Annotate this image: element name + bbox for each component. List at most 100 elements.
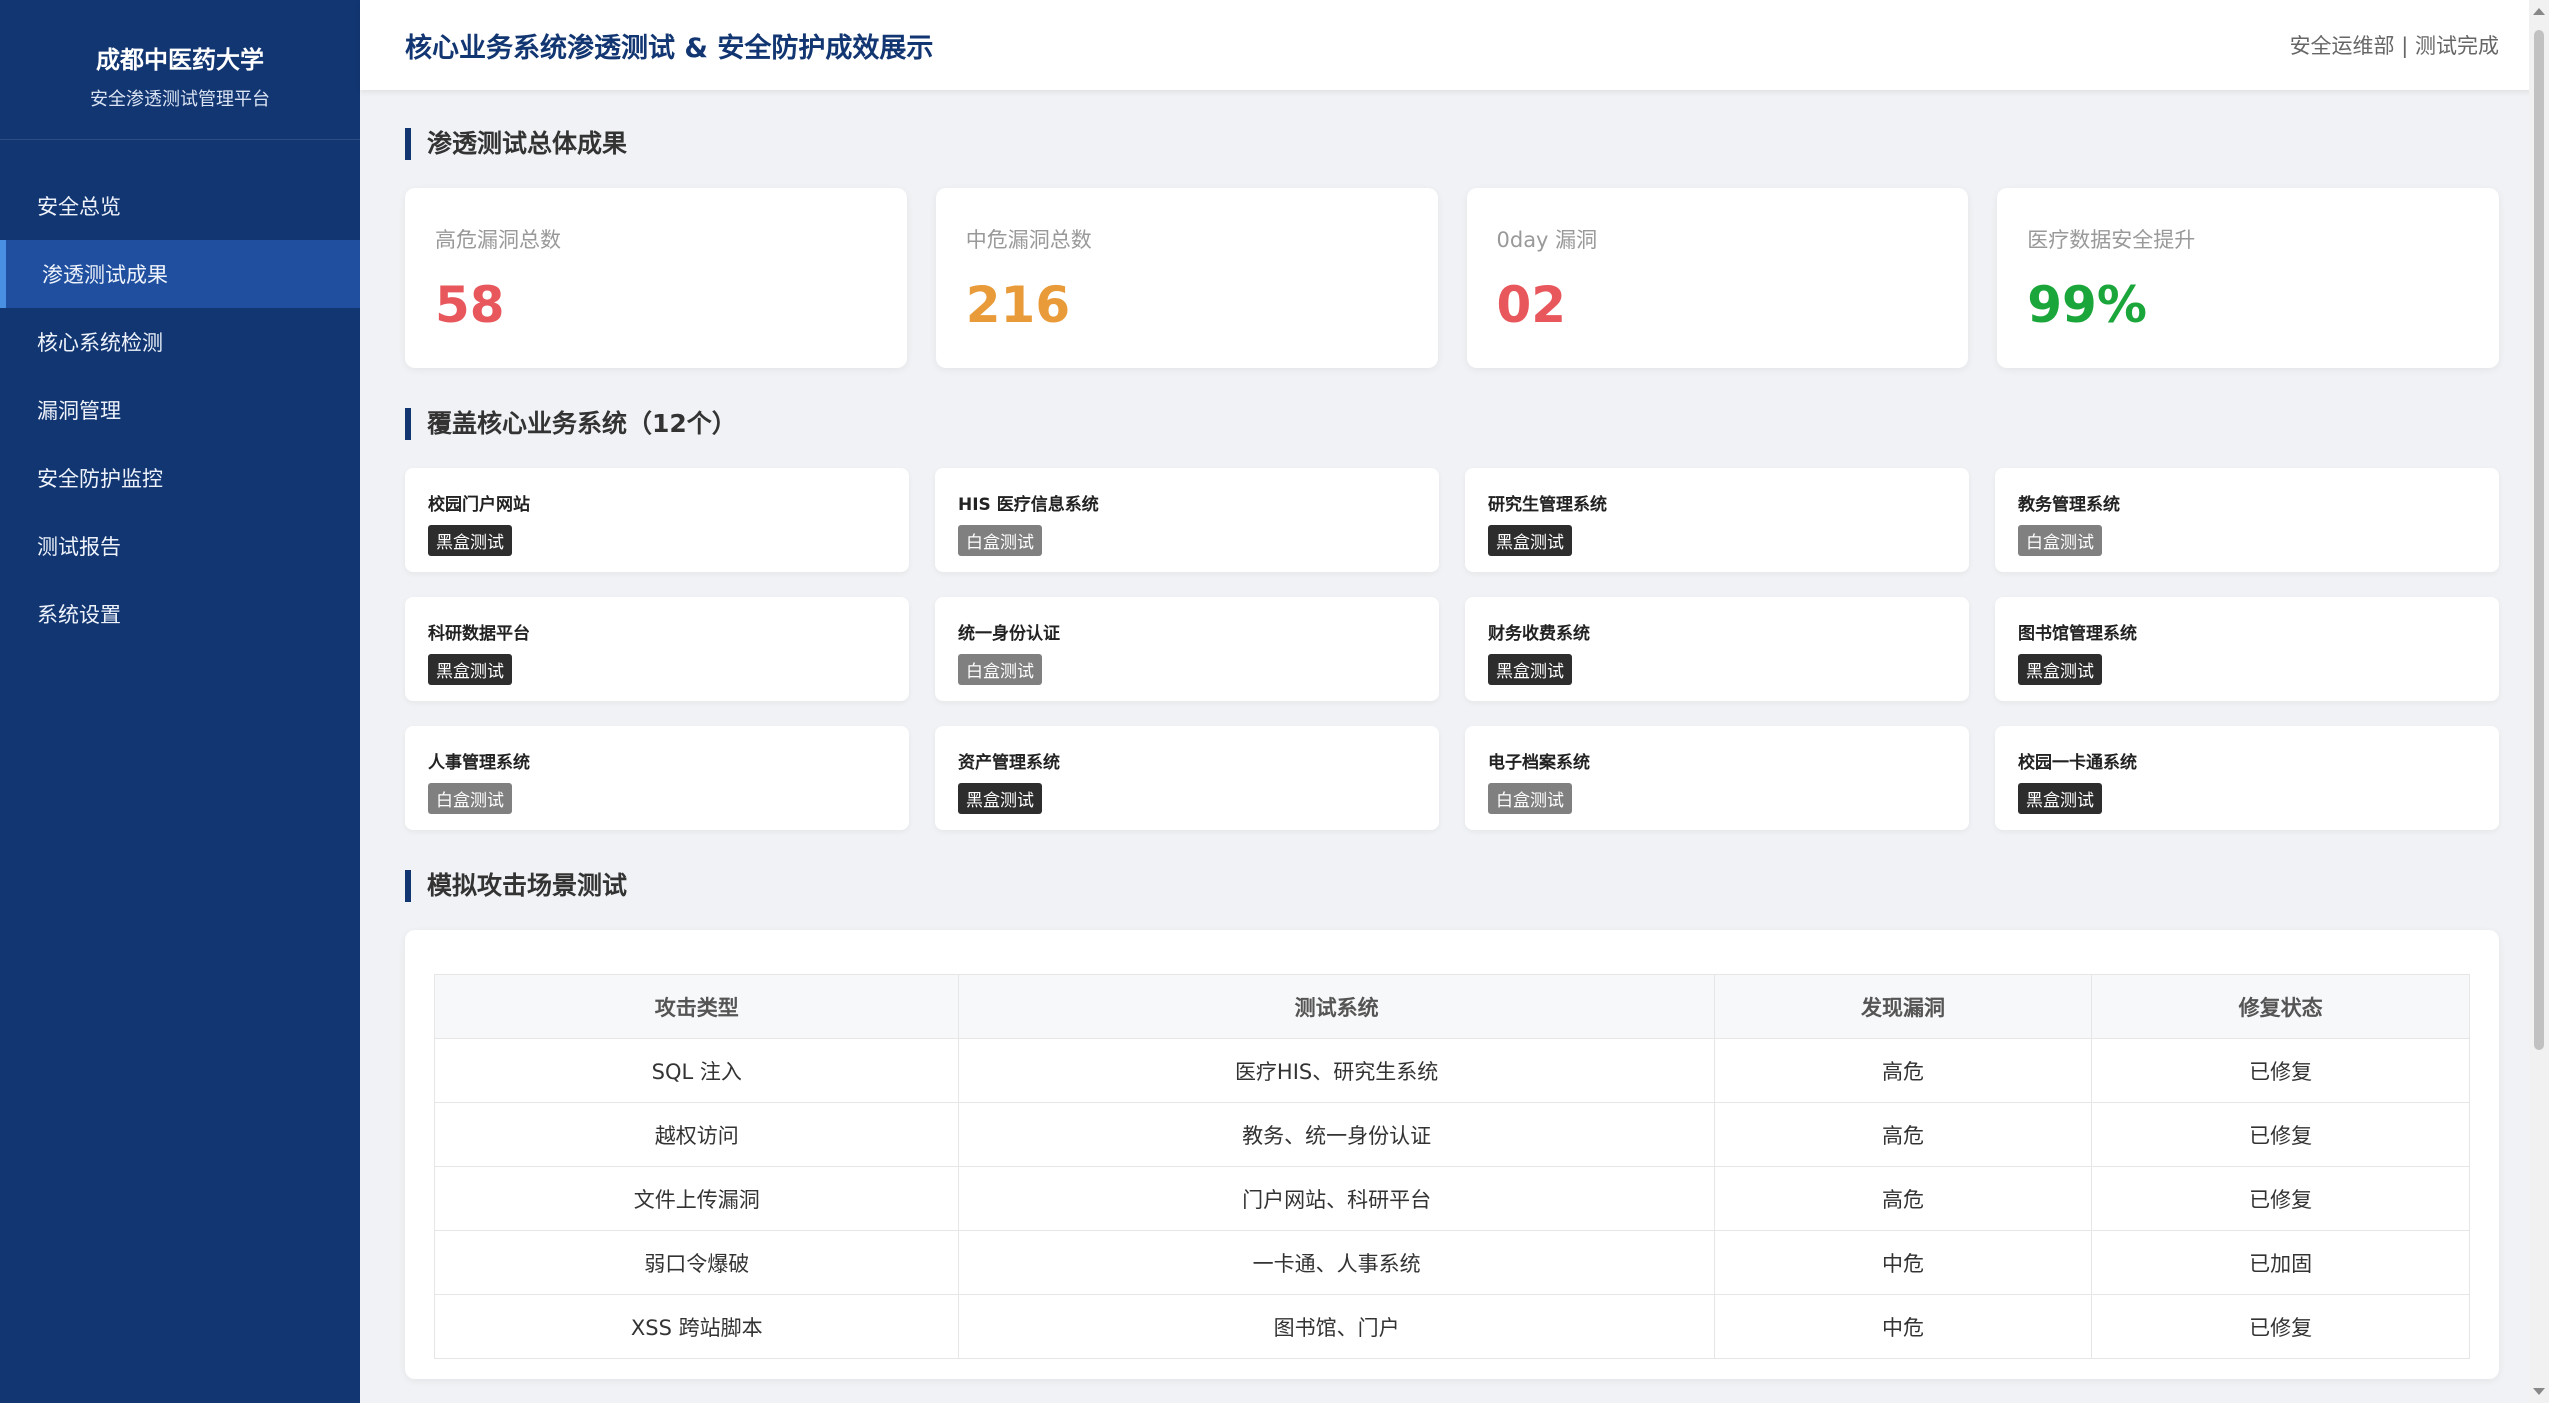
system-name: 人事管理系统	[428, 753, 530, 773]
stat-card: 中危漏洞总数 216	[935, 188, 1438, 368]
app-root: 成都中医药大学 安全渗透测试管理平台 安全总览 渗透测试成果 核心系统检测 漏洞管理安…	[0, 0, 2549, 1403]
system-name: 科研数据平台	[428, 624, 530, 644]
test-type-badge: 白盒测试	[958, 654, 1042, 685]
attack-table: 攻击类型 测试系统 发现漏洞 修复状态 SQL 注入 医疗HIS、研究生系统 高危 已修复越…	[433, 974, 2470, 1359]
sidebar-item-1[interactable]: 渗透测试成果	[0, 240, 360, 308]
brand: 成都中医药大学 安全渗透测试管理平台	[0, 0, 360, 140]
system-name: 教务管理系统	[2018, 495, 2120, 515]
test-type-badge: 黑盒测试	[428, 654, 512, 685]
test-type-badge: 黑盒测试	[428, 525, 512, 556]
test-type-badge: 黑盒测试	[1488, 525, 1572, 556]
system-card[interactable]: 财务收费系统黑盒测试	[1465, 597, 1969, 701]
table-cell: 弱口令爆破	[433, 1230, 960, 1295]
section-title-stats: 渗透测试总体成果	[405, 128, 2499, 160]
sidebar-item-0[interactable]: 安全总览	[0, 172, 360, 240]
stats-grid: 高危漏洞总数 58 中危漏洞总数 216 0day 漏洞 02 医疗数据安全提升 99%	[405, 188, 2499, 368]
table-cell: SQL 注入	[433, 1038, 960, 1103]
stat-value: 02	[1496, 276, 1567, 334]
test-type-badge: 白盒测试	[1488, 783, 1572, 814]
table-cell: 教务、统一身份认证	[958, 1102, 1715, 1167]
system-name: 统一身份认证	[958, 624, 1060, 644]
system-card[interactable]: 教务管理系统白盒测试	[1995, 468, 2499, 572]
table-cell: 医疗HIS、研究生系统	[958, 1038, 1715, 1103]
sidebar-item-2[interactable]: 核心系统检测	[0, 308, 360, 376]
section-title-attack: 模拟攻击场景测试	[405, 870, 2499, 902]
table-cell: 已修复	[2091, 1166, 2470, 1231]
sidebar-item-6[interactable]: 系统设置	[0, 580, 360, 648]
stat-label: 高危漏洞总数	[435, 228, 561, 252]
system-card[interactable]: 图书馆管理系统 黑盒测试	[1995, 597, 2499, 701]
table-cell: 高危	[1713, 1038, 2093, 1103]
section-title-systems: 覆盖核心业务系统（12个）	[405, 408, 2499, 440]
stat-card: 0day 漏洞 02	[1466, 188, 1969, 368]
system-card[interactable]: 研究生管理系统黑盒测试	[1465, 468, 1969, 572]
column-header: 攻击类型	[433, 974, 960, 1039]
system-card[interactable]: 校园门户网站黑盒测试	[405, 468, 909, 572]
stat-label: 0day 漏洞	[1496, 228, 1598, 252]
header-meta: 安全运维部 | 测试完成	[2289, 34, 2499, 58]
content: 渗透测试总体成果 高危漏洞总数 58 中危漏洞总数 216 0day 漏洞 02 医疗数据安…	[360, 90, 2549, 1403]
stat-label: 医疗数据安全提升	[2027, 228, 2196, 252]
test-type-badge: 白盒测试	[958, 525, 1042, 556]
system-name: HIS 医疗信息系统	[958, 495, 1099, 515]
sidebar-item-4[interactable]: 安全防护监控	[0, 444, 360, 512]
table-cell: 高危	[1713, 1166, 2093, 1231]
table-cell: 已修复	[2091, 1102, 2470, 1167]
system-card[interactable]: 人事管理系统白盒测试	[405, 726, 909, 830]
scroll-thumb[interactable]	[2534, 30, 2544, 1050]
scroll-down-arrow-icon[interactable]	[2533, 1388, 2545, 1395]
sidebar-item-3[interactable]: 漏洞管理	[0, 376, 360, 444]
test-type-badge: 黑盒测试	[958, 783, 1042, 814]
sidebar-nav: 安全总览 渗透测试成果 核心系统检测 漏洞管理 安全防护监控 测试报告 系统设置	[0, 172, 360, 648]
test-type-badge: 白盒测试	[2018, 525, 2102, 556]
test-type-badge: 黑盒测试	[2018, 783, 2102, 814]
sidebar-item-5[interactable]: 测试报告	[0, 512, 360, 580]
system-card[interactable]: 科研数据平台黑盒测试	[405, 597, 909, 701]
table-cell: 中危	[1713, 1294, 2093, 1359]
table-cell: 已修复	[2091, 1294, 2470, 1359]
sidebar: 成都中医药大学 安全渗透测试管理平台 安全总览 渗透测试成果 核心系统检测 漏洞管理安…	[0, 0, 360, 1403]
table-row: 文件上传漏洞 门户网站、科研平台 高危 已修复	[433, 1166, 2470, 1231]
page-title: 核心业务系统渗透测试 & 安全防护成效展示	[405, 32, 934, 64]
stat-value: 99%	[2027, 276, 2147, 334]
scroll-up-arrow-icon[interactable]	[2533, 8, 2545, 15]
table-cell: 中危	[1713, 1230, 2093, 1295]
system-card[interactable]: HIS 医疗信息系统白盒测试	[935, 468, 1439, 572]
system-name: 研究生管理系统	[1488, 495, 1607, 515]
table-row: 弱口令爆破 一卡通、人事系统 中危 已加固	[433, 1230, 2470, 1295]
header: 核心业务系统渗透测试 & 安全防护成效展示 安全运维部 | 测试完成	[360, 0, 2549, 90]
table-cell: 文件上传漏洞	[433, 1166, 960, 1231]
column-header: 测试系统	[958, 974, 1715, 1039]
system-card[interactable]: 统一身份认证白盒测试	[935, 597, 1439, 701]
table-cell: 高危	[1713, 1102, 2093, 1167]
system-card[interactable]: 校园一卡通系统 黑盒测试	[1995, 726, 2499, 830]
test-type-badge: 白盒测试	[428, 783, 512, 814]
table-cell: XSS 跨站脚本	[433, 1294, 960, 1359]
test-type-badge: 黑盒测试	[2018, 654, 2102, 685]
table-cell: 一卡通、人事系统	[958, 1230, 1715, 1295]
system-name: 财务收费系统	[1488, 624, 1590, 644]
table-row: SQL 注入 医疗HIS、研究生系统 高危 已修复	[433, 1038, 2470, 1103]
stat-label: 中危漏洞总数	[965, 228, 1092, 252]
test-type-badge: 黑盒测试	[1488, 654, 1572, 685]
table-row: 越权访问 教务、统一身份认证 高危 已修复	[433, 1102, 2470, 1167]
table-cell: 已修复	[2091, 1038, 2470, 1103]
stat-card: 高危漏洞总数 58	[405, 188, 907, 368]
table-cell: 图书馆、门户	[958, 1294, 1715, 1359]
attack-table-card: 攻击类型 测试系统 发现漏洞 修复状态 SQL 注入 医疗HIS、研究生系统 高危 已修复越…	[405, 930, 2499, 1379]
stat-value: 58	[435, 276, 505, 334]
brand-subtitle: 安全渗透测试管理平台	[90, 89, 270, 110]
system-card[interactable]: 资产管理系统黑盒测试	[935, 726, 1439, 830]
brand-name: 成都中医药大学	[96, 46, 264, 74]
column-header: 修复状态	[2091, 974, 2470, 1039]
system-name: 校园门户网站	[428, 495, 530, 515]
stat-card: 医疗数据安全提升 99%	[1997, 188, 2499, 368]
table-header-row: 攻击类型 测试系统 发现漏洞 修复状态	[433, 974, 2470, 1039]
table-row: XSS 跨站脚本 图书馆、门户 中危 已修复	[433, 1294, 2470, 1359]
table-cell: 已加固	[2091, 1230, 2470, 1295]
system-card[interactable]: 电子档案系统 白盒测试	[1465, 726, 1969, 830]
system-name: 资产管理系统	[958, 753, 1060, 773]
page-scrollbar[interactable]	[2529, 0, 2549, 1403]
systems-grid: 校园门户网站 黑盒测试 HIS 医疗信息系统 白盒测试 研究生管理系统 黑盒测试 教务管理系…	[405, 468, 2499, 830]
table-cell: 门户网站、科研平台	[958, 1166, 1715, 1231]
